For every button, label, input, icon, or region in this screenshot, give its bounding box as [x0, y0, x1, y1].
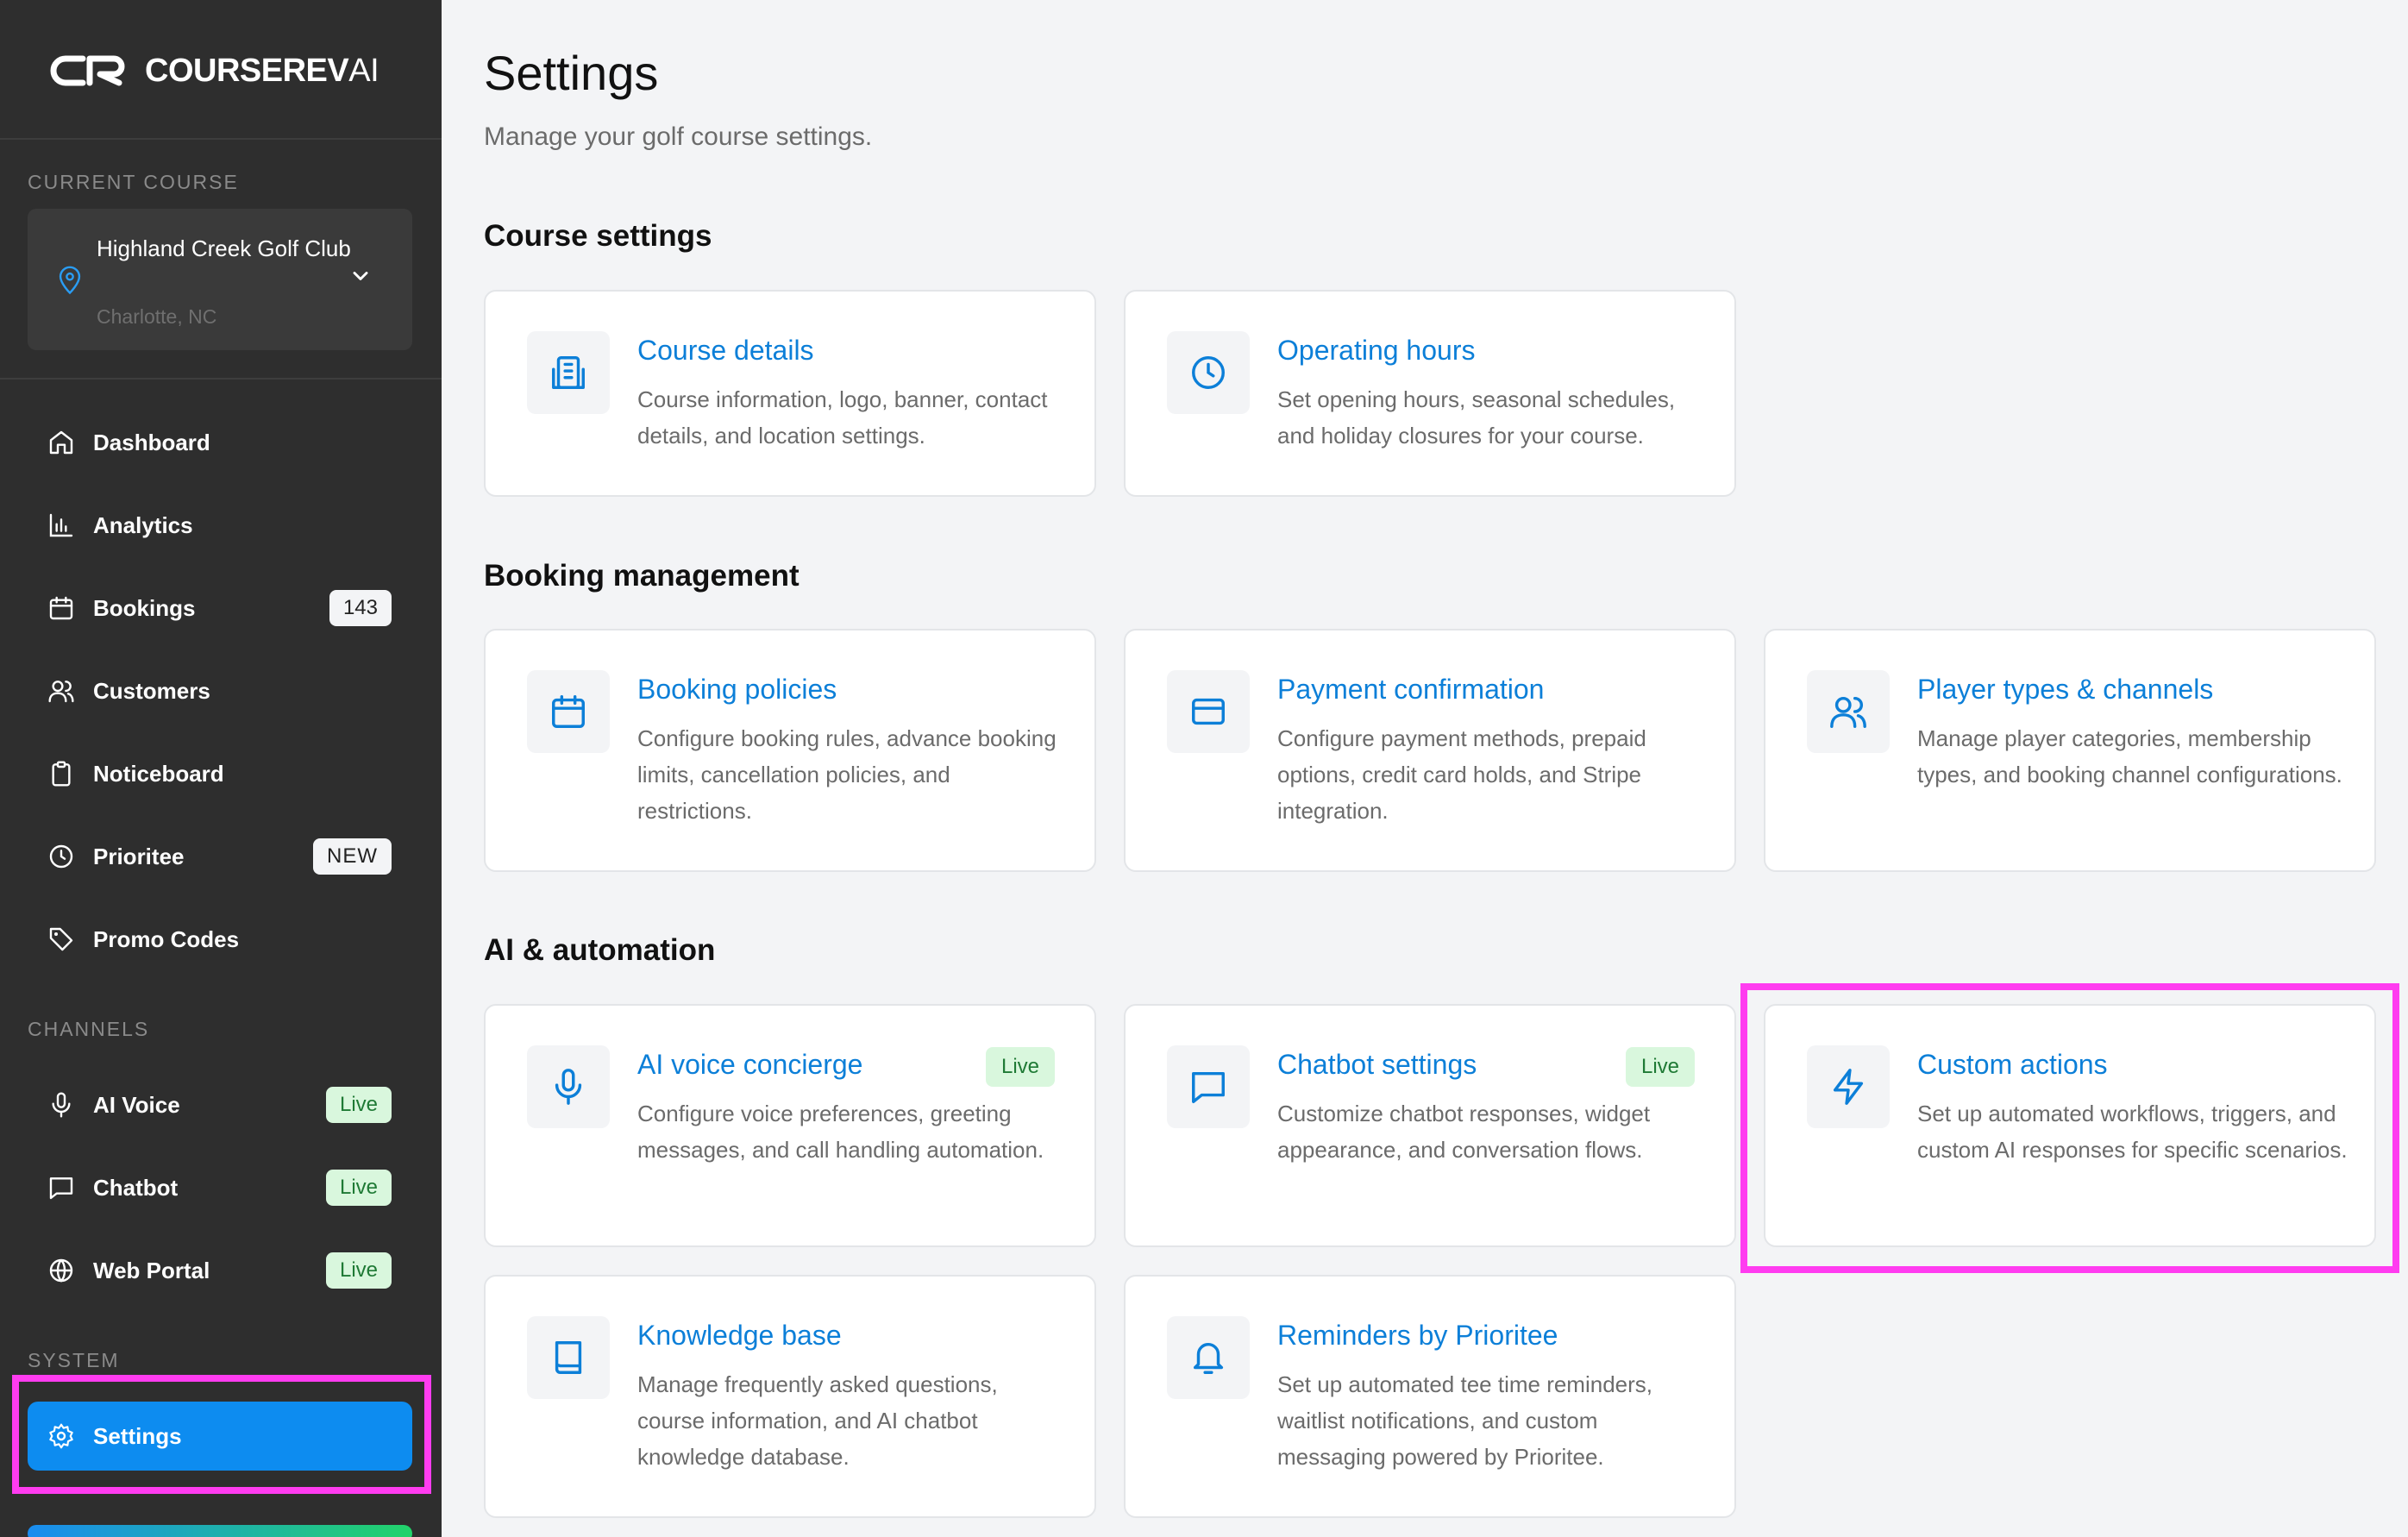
course-name: Highland Creek Golf Club [97, 235, 351, 261]
live-badge: Live [325, 1087, 392, 1123]
nav-label: Chatbot [93, 1174, 179, 1201]
card-title: Player types & channels [1917, 674, 2214, 705]
globe-icon [47, 1256, 76, 1285]
card-booking-policies[interactable]: Booking policies Configure booking rules… [484, 629, 1096, 872]
card-title: Booking policies [637, 674, 837, 705]
users-icon [1807, 670, 1890, 753]
card-knowledge-base[interactable]: Knowledge base Manage frequently asked q… [484, 1275, 1096, 1518]
card-title: AI voice concierge [637, 1049, 863, 1080]
calendar-icon [527, 670, 610, 753]
chevron-down-icon[interactable] [348, 264, 373, 288]
card-title: Course details [637, 335, 814, 366]
nav-customers[interactable]: Customers [28, 656, 412, 725]
nav-prioritee[interactable]: Prioritee NEW [28, 822, 412, 891]
calendar-icon [47, 593, 76, 623]
bookings-count-badge: 143 [329, 590, 392, 626]
divider [0, 378, 442, 380]
nav-label: Dashboard [93, 429, 210, 455]
bar-chart-icon [47, 511, 76, 540]
live-badge: Live [985, 1047, 1055, 1087]
card-chatbot-settings[interactable]: Chatbot settings Live Customize chatbot … [1124, 1004, 1736, 1247]
card-player-types-channels[interactable]: Player types & channels Manage player ca… [1764, 629, 2376, 872]
nav-label: Analytics [93, 511, 193, 538]
nav-label: AI Voice [93, 1091, 180, 1118]
card-description: Set up automated tee time reminders, wai… [1277, 1371, 1653, 1470]
microphone-icon [47, 1090, 76, 1120]
bell-icon [1167, 1316, 1250, 1399]
nav-noticeboard[interactable]: Noticeboard [28, 739, 412, 808]
card-title: Knowledge base [637, 1320, 842, 1351]
page-title: Settings [484, 46, 659, 100]
nav-analytics[interactable]: Analytics [28, 491, 412, 560]
card-description: Configure booking rules, advance booking… [637, 725, 1057, 824]
clipboard-icon [47, 759, 76, 788]
main-content: Settings Manage your golf course setting… [442, 0, 2408, 1537]
card-description: Configure payment methods, prepaid optio… [1277, 725, 1646, 824]
course-location: Charlotte, NC [97, 305, 217, 328]
nav-label: Bookings [93, 594, 196, 621]
settings-highlight [12, 1375, 431, 1494]
card-description: Manage frequently asked questions, cours… [637, 1371, 998, 1470]
divider [0, 138, 442, 140]
card-description: Customize chatbot responses, widget appe… [1277, 1101, 1651, 1163]
nav-bookings[interactable]: Bookings 143 [28, 574, 412, 643]
card-description: Manage player categories, membership typ… [1917, 725, 2342, 787]
location-pin-icon [59, 266, 81, 295]
nav-label: Customers [93, 677, 210, 704]
card-course-details[interactable]: Course details Course information, logo,… [484, 290, 1096, 497]
section-title: AI & automation [484, 933, 716, 967]
card-title: Operating hours [1277, 335, 1476, 366]
card-reminders-prioritee[interactable]: Reminders by Prioritee Set up automated … [1124, 1275, 1736, 1518]
card-description: Course information, logo, banner, contac… [637, 386, 1048, 449]
clock-icon [1167, 331, 1250, 414]
nav-label: Promo Codes [93, 925, 240, 952]
clock-icon [47, 842, 76, 871]
nav-ai-voice[interactable]: AI Voice Live [28, 1070, 412, 1139]
brand-name: COURSEREVAI [145, 52, 379, 89]
nav-label: Noticeboard [93, 760, 224, 787]
nav-web-portal[interactable]: Web Portal Live [28, 1236, 412, 1305]
nav-label: Prioritee [93, 843, 185, 869]
nav-chatbot[interactable]: Chatbot Live [28, 1153, 412, 1222]
credit-card-icon [1167, 670, 1250, 753]
system-label: SYSTEM [28, 1349, 120, 1371]
card-ai-voice-concierge[interactable]: AI voice concierge Live Configure voice … [484, 1004, 1096, 1247]
card-title: Reminders by Prioritee [1277, 1320, 1558, 1351]
custom-actions-highlight [1740, 983, 2399, 1273]
sidebar: COURSEREVAI CURRENT COURSE Highland Cree… [0, 0, 442, 1537]
chat-icon [47, 1173, 76, 1202]
section-title: Course settings [484, 219, 712, 253]
live-badge: Live [325, 1170, 392, 1206]
home-icon [47, 428, 76, 457]
card-operating-hours[interactable]: Operating hours Set opening hours, seaso… [1124, 290, 1736, 497]
nav-promo-codes[interactable]: Promo Codes [28, 905, 412, 974]
channels-label: CHANNELS [28, 1018, 150, 1040]
logo-mark-icon [50, 55, 125, 86]
chat-icon [1167, 1045, 1250, 1128]
brand-logo[interactable]: COURSEREVAI [50, 48, 379, 93]
page-subtitle: Manage your golf course settings. [484, 122, 873, 151]
card-description: Configure voice preferences, greeting me… [637, 1101, 1044, 1163]
live-badge: Live [325, 1252, 392, 1289]
new-badge: NEW [313, 838, 392, 875]
bottom-gradient-bar[interactable] [28, 1525, 412, 1537]
card-title: Payment confirmation [1277, 674, 1545, 705]
building-icon [527, 331, 610, 414]
section-title: Booking management [484, 559, 800, 593]
live-badge: Live [1625, 1047, 1695, 1087]
tag-icon [47, 925, 76, 954]
card-payment-confirmation[interactable]: Payment confirmation Configure payment m… [1124, 629, 1736, 872]
book-icon [527, 1316, 610, 1399]
microphone-icon [527, 1045, 610, 1128]
card-title: Chatbot settings [1277, 1049, 1477, 1080]
nav-label: Web Portal [93, 1257, 210, 1283]
current-course-label: CURRENT COURSE [28, 171, 239, 193]
card-description: Set opening hours, seasonal schedules, a… [1277, 386, 1676, 449]
nav-dashboard[interactable]: Dashboard [28, 408, 412, 477]
users-icon [47, 676, 76, 706]
